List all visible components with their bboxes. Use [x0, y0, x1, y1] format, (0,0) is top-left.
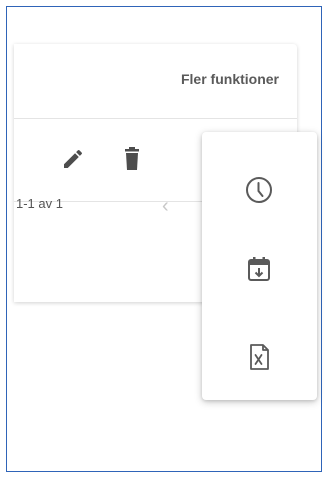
edit-icon[interactable] — [61, 147, 85, 171]
pagination-range: 1-1 av 1 — [16, 196, 63, 211]
trash-icon — [125, 147, 139, 170]
menu-item-calendar-export[interactable] — [202, 233, 317, 303]
more-functions-menu — [202, 132, 317, 400]
more-functions-button[interactable]: Fler funktioner — [181, 71, 279, 87]
menu-item-excel-export[interactable] — [202, 320, 317, 390]
menu-item-history[interactable] — [202, 153, 317, 223]
pencil-icon — [64, 149, 82, 168]
chevron-left-icon[interactable]: ‹ — [162, 196, 169, 216]
clock-icon — [246, 177, 272, 203]
delete-icon[interactable] — [121, 147, 143, 171]
card-header: Fler funktioner — [14, 44, 297, 119]
calendar-download-icon — [248, 257, 270, 281]
window-frame: Fler funktioner 1-1 av 1 ‹ — [6, 6, 322, 472]
excel-file-icon — [250, 344, 269, 370]
